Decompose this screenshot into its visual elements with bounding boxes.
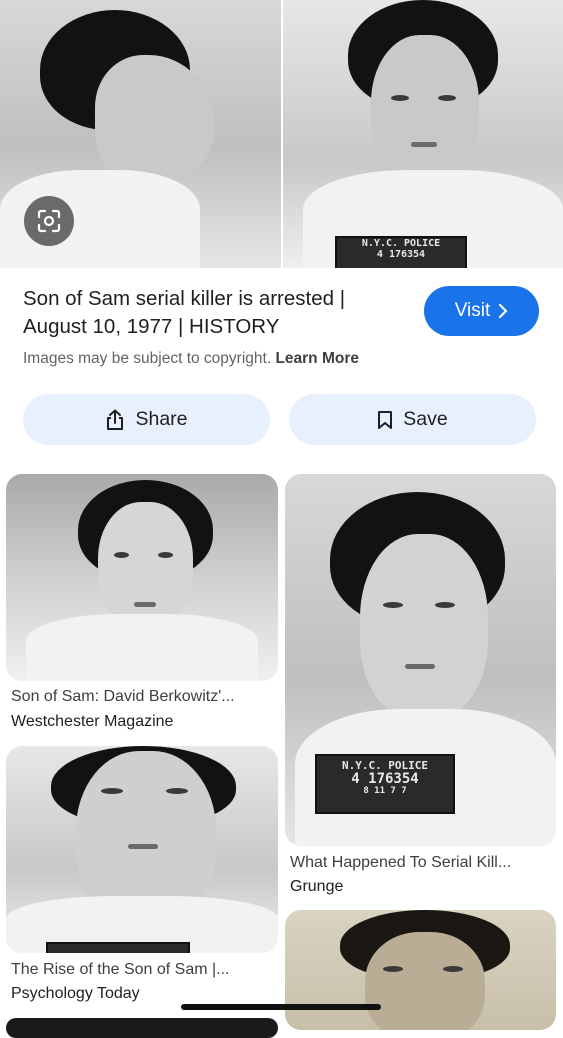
shirt-shape xyxy=(26,614,258,681)
notice-text: Images may be subject to copyright. xyxy=(23,350,272,367)
hero-image-right[interactable]: N.Y.C. POLICE 4 176354 xyxy=(283,0,563,268)
share-button[interactable]: Share xyxy=(23,394,270,445)
eye-shape xyxy=(383,966,403,972)
share-label: Share xyxy=(135,408,188,430)
chevron-right-icon xyxy=(499,304,508,318)
lens-button[interactable] xyxy=(24,196,74,246)
id-plate: N.Y.C. POLICE 4 176354 8 11 7 7 xyxy=(315,754,455,814)
learn-more-link[interactable]: Learn More xyxy=(275,350,359,367)
share-icon xyxy=(107,409,124,430)
plate-line-2: 4 176354 xyxy=(376,249,426,260)
id-plate: N.Y.C. POLICE 4 176354 xyxy=(335,236,467,268)
save-label: Save xyxy=(403,408,448,430)
visit-button[interactable]: Visit xyxy=(424,286,539,336)
related-image-4[interactable] xyxy=(285,910,556,1030)
bookmark-icon xyxy=(378,410,393,429)
eye-shape xyxy=(158,552,173,558)
plate-line-3: 8 11 7 7 xyxy=(363,786,407,797)
mouth-shape xyxy=(405,664,435,669)
eye-shape xyxy=(166,788,188,794)
eye-shape xyxy=(443,966,463,972)
related-image-1[interactable] xyxy=(6,474,278,681)
eye-shape xyxy=(101,788,123,794)
eye-shape xyxy=(438,95,456,101)
related-image-5[interactable] xyxy=(6,1018,278,1038)
mouth-shape xyxy=(411,142,437,147)
result-title[interactable]: Son of Sam serial killer is arrested | A… xyxy=(23,285,411,341)
id-plate xyxy=(46,942,190,953)
related-image-3[interactable] xyxy=(6,746,278,953)
plate-line-2: 4 176354 xyxy=(351,771,419,788)
related-source-2: Grunge xyxy=(290,878,344,895)
visit-label: Visit xyxy=(454,300,491,321)
face-shape xyxy=(371,35,479,185)
eye-shape xyxy=(391,95,409,101)
face-shape xyxy=(98,502,193,627)
eye-shape xyxy=(383,602,403,608)
mouth-shape xyxy=(134,602,156,607)
mouth-shape xyxy=(128,844,158,849)
eye-shape xyxy=(435,602,455,608)
face-shape xyxy=(365,932,485,1030)
face-shape xyxy=(360,534,488,719)
lens-icon xyxy=(37,209,61,233)
related-source-1: Westchester Magazine xyxy=(11,713,174,730)
eye-shape xyxy=(114,552,129,558)
related-title-1[interactable]: Son of Sam: David Berkowitz'... xyxy=(11,688,235,706)
plate-line-1: N.Y.C. POLICE xyxy=(361,238,441,249)
related-source-3: Psychology Today xyxy=(11,985,140,1002)
save-button[interactable]: Save xyxy=(289,394,536,445)
face-shape xyxy=(95,55,215,185)
home-indicator[interactable] xyxy=(181,1004,381,1010)
copyright-notice: Images may be subject to copyright. Lear… xyxy=(23,350,359,368)
related-image-2[interactable]: N.Y.C. POLICE 4 176354 8 11 7 7 xyxy=(285,474,556,846)
related-title-3[interactable]: The Rise of the Son of Sam |... xyxy=(11,961,229,979)
related-title-2[interactable]: What Happened To Serial Kill... xyxy=(290,854,511,872)
